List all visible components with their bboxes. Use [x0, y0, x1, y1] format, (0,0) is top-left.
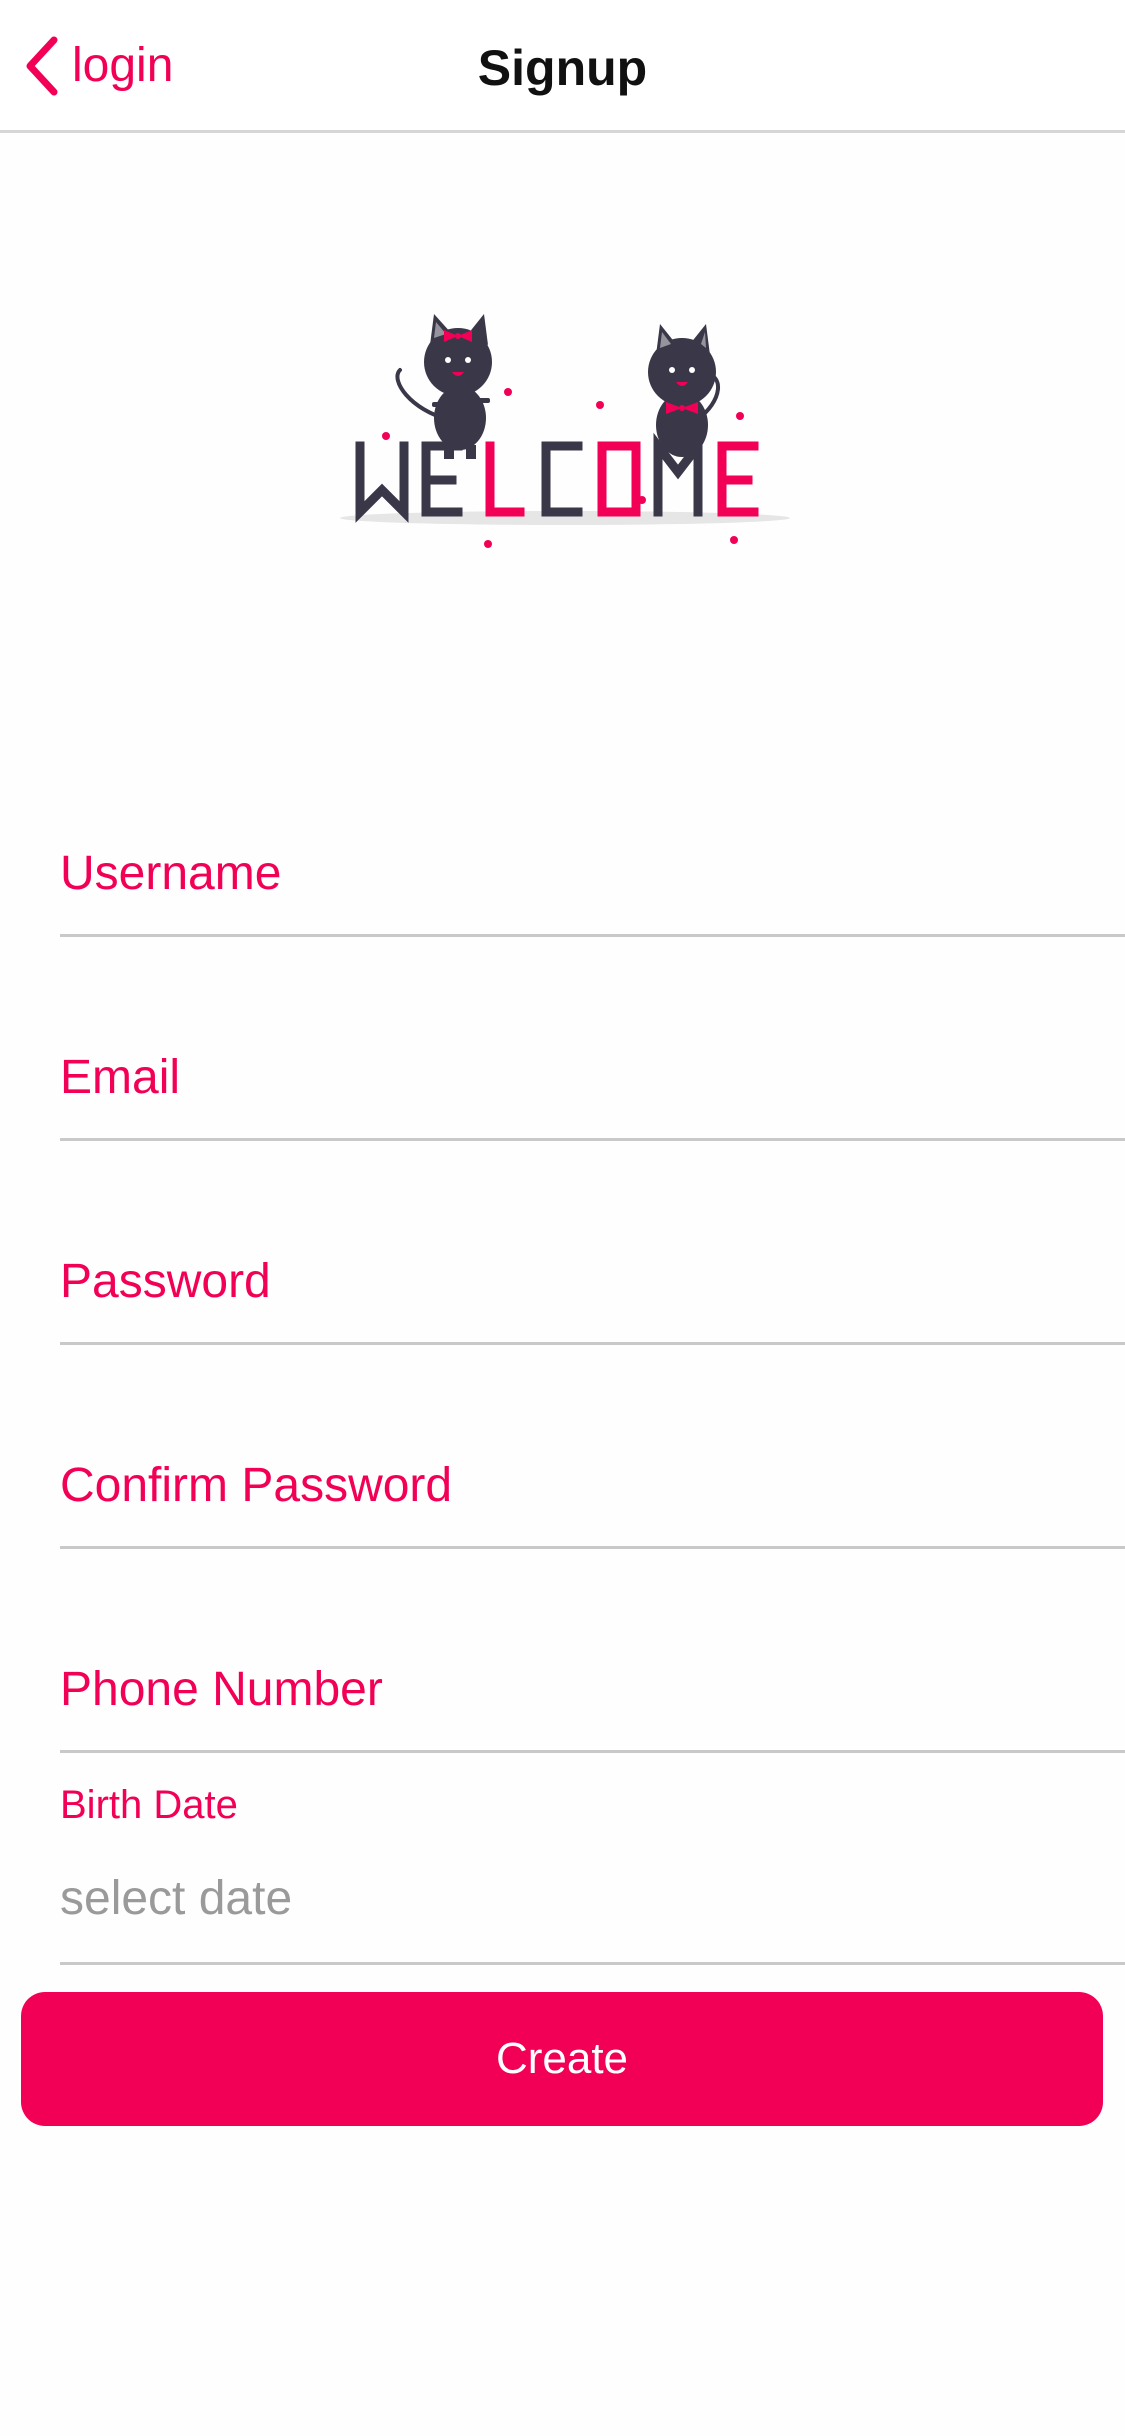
phone-number-field[interactable]: Phone Number	[60, 1616, 1125, 1753]
password-input[interactable]	[60, 1208, 1125, 1344]
confirm-password-input[interactable]	[60, 1412, 1125, 1548]
page-title: Signup	[477, 40, 648, 96]
password-field[interactable]: Password	[60, 1208, 1125, 1345]
birth-date-picker[interactable]: select date	[60, 1830, 1125, 1965]
navigation-header: login Signup	[0, 0, 1125, 133]
email-field[interactable]: Email	[60, 1004, 1125, 1141]
birth-date-placeholder: select date	[60, 1872, 293, 1925]
signup-screen: login Signup Username Email Password Con…	[0, 0, 1125, 2436]
confirm-password-field[interactable]: Confirm Password	[60, 1412, 1125, 1549]
welcome-illustration	[330, 300, 800, 560]
username-field[interactable]: Username	[60, 800, 1125, 937]
create-account-button[interactable]: Create	[21, 1992, 1103, 2126]
email-input[interactable]	[60, 1004, 1125, 1140]
phone-number-input[interactable]	[60, 1616, 1125, 1752]
create-button-label: Create	[495, 2034, 629, 2083]
birth-date-label: Birth Date	[60, 1783, 238, 1827]
username-input[interactable]	[60, 800, 1125, 936]
welcome-cats-illustration	[340, 314, 790, 548]
